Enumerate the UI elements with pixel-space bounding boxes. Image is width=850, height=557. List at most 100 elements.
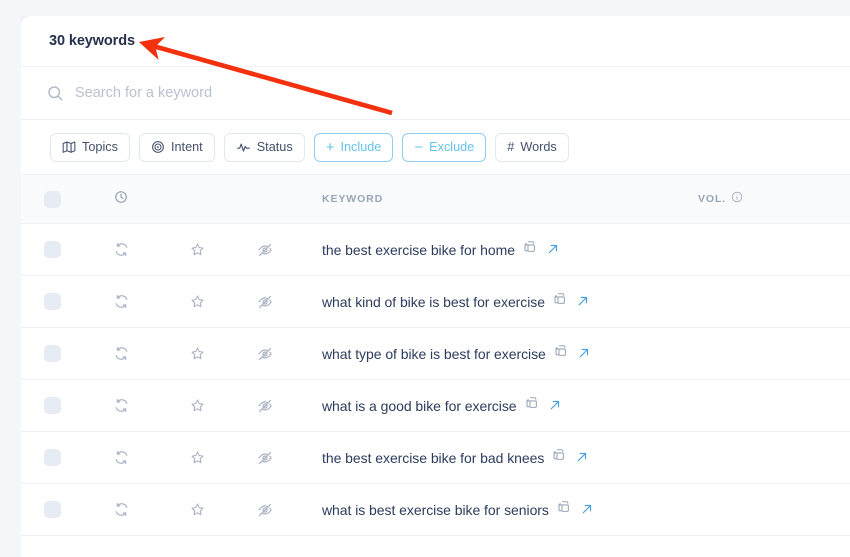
- copy-icon[interactable]: [523, 240, 537, 259]
- row-hide-cell[interactable]: [231, 398, 299, 414]
- row-refresh-cell[interactable]: [78, 294, 164, 309]
- activity-icon: [236, 140, 251, 154]
- filter-include-label: Include: [340, 140, 382, 154]
- row-checkbox[interactable]: [44, 293, 61, 310]
- refresh-icon[interactable]: [114, 450, 129, 465]
- keyword-explorer-screen: 30 keywords Topics: [0, 0, 850, 557]
- filter-words-label: Words: [520, 140, 557, 154]
- row-refresh-cell[interactable]: [78, 502, 164, 517]
- row-keyword-cell[interactable]: what kind of bike is best for exercise: [299, 292, 690, 311]
- row-checkbox[interactable]: [44, 449, 61, 466]
- row-select-cell[interactable]: [21, 241, 78, 258]
- table-row[interactable]: what kind of bike is best for exercise: [21, 276, 850, 328]
- filter-topics-button[interactable]: Topics: [50, 132, 130, 162]
- row-checkbox[interactable]: [44, 397, 61, 414]
- copy-icon[interactable]: [552, 448, 566, 467]
- eye-off-icon[interactable]: [257, 398, 273, 414]
- filter-exclude-label: Exclude: [429, 140, 475, 154]
- star-icon[interactable]: [190, 502, 205, 517]
- copy-icon[interactable]: [525, 396, 539, 415]
- row-star-cell[interactable]: [164, 398, 231, 413]
- refresh-icon[interactable]: [114, 242, 129, 257]
- row-select-cell[interactable]: [21, 293, 78, 310]
- row-refresh-cell[interactable]: [78, 346, 164, 361]
- external-link-icon[interactable]: [576, 451, 588, 465]
- row-refresh-cell[interactable]: [78, 450, 164, 465]
- eye-off-icon[interactable]: [257, 346, 273, 362]
- row-checkbox[interactable]: [44, 241, 61, 258]
- refresh-icon[interactable]: [114, 294, 129, 309]
- card-header: 30 keywords: [21, 16, 850, 67]
- row-keyword-cell[interactable]: the best exercise bike for bad knees: [299, 448, 690, 467]
- external-link-icon[interactable]: [547, 243, 559, 257]
- select-all-cell[interactable]: [21, 190, 78, 208]
- row-hide-cell[interactable]: [231, 450, 299, 466]
- row-star-cell[interactable]: [164, 346, 231, 361]
- table-row[interactable]: the best exercise bike for bad knees: [21, 432, 850, 484]
- row-hide-cell[interactable]: [231, 294, 299, 310]
- external-link-icon[interactable]: [578, 347, 590, 361]
- row-refresh-cell[interactable]: [78, 242, 164, 257]
- row-keyword-cell[interactable]: what is a good bike for exercise: [299, 396, 690, 415]
- copy-icon[interactable]: [554, 344, 568, 363]
- row-select-cell[interactable]: [21, 501, 78, 518]
- search-bar[interactable]: [21, 67, 850, 120]
- volume-column-header[interactable]: VOL.: [690, 190, 850, 208]
- row-star-cell[interactable]: [164, 450, 231, 465]
- external-link-icon[interactable]: [549, 399, 561, 413]
- info-icon[interactable]: [731, 190, 743, 208]
- row-select-cell[interactable]: [21, 449, 78, 466]
- eye-off-icon[interactable]: [257, 450, 273, 466]
- search-input[interactable]: [75, 85, 495, 101]
- volume-column-label: VOL.: [698, 193, 727, 205]
- table-row[interactable]: the best exercise bike for home: [21, 224, 850, 276]
- star-icon[interactable]: [190, 294, 205, 309]
- copy-icon[interactable]: [557, 500, 571, 519]
- table-row[interactable]: what is best exercise bike for seniors: [21, 484, 850, 536]
- filter-exclude-button[interactable]: − Exclude: [402, 132, 487, 162]
- row-checkbox[interactable]: [44, 501, 61, 518]
- row-star-cell[interactable]: [164, 294, 231, 309]
- eye-off-icon[interactable]: [257, 294, 273, 310]
- row-hide-cell[interactable]: [231, 502, 299, 518]
- table-row[interactable]: what type of bike is best for exercise: [21, 328, 850, 380]
- keyword-text: what type of bike is best for exercise: [322, 345, 546, 362]
- star-icon[interactable]: [190, 346, 205, 361]
- star-icon[interactable]: [190, 398, 205, 413]
- row-select-cell[interactable]: [21, 345, 78, 362]
- filter-include-button[interactable]: + Include: [313, 132, 394, 162]
- row-hide-cell[interactable]: [231, 242, 299, 258]
- star-icon[interactable]: [190, 242, 205, 257]
- star-icon[interactable]: [190, 450, 205, 465]
- row-star-cell[interactable]: [164, 242, 231, 257]
- page-background-top: [0, 0, 850, 16]
- row-star-cell[interactable]: [164, 502, 231, 517]
- target-icon: [151, 140, 165, 154]
- keyword-column-header[interactable]: KEYWORD: [299, 193, 690, 205]
- external-link-icon[interactable]: [577, 295, 589, 309]
- filter-intent-button[interactable]: Intent: [138, 132, 215, 162]
- map-icon: [62, 140, 76, 154]
- filter-words-button[interactable]: # Words: [495, 132, 569, 162]
- external-link-icon[interactable]: [581, 503, 593, 517]
- eye-off-icon[interactable]: [257, 502, 273, 518]
- filter-status-button[interactable]: Status: [223, 132, 305, 162]
- row-select-cell[interactable]: [21, 397, 78, 414]
- row-checkbox[interactable]: [44, 345, 61, 362]
- table-header-row: KEYWORD VOL.: [21, 175, 850, 224]
- table-body: the best exercise bike for home what kind…: [21, 224, 850, 536]
- row-refresh-cell[interactable]: [78, 398, 164, 413]
- select-all-checkbox[interactable]: [44, 190, 61, 208]
- row-hide-cell[interactable]: [231, 346, 299, 362]
- row-keyword-cell[interactable]: what type of bike is best for exercise: [299, 344, 690, 363]
- updated-column-header[interactable]: [78, 190, 164, 209]
- row-keyword-cell[interactable]: what is best exercise bike for seniors: [299, 500, 690, 519]
- eye-off-icon[interactable]: [257, 242, 273, 258]
- table-row[interactable]: what is a good bike for exercise: [21, 380, 850, 432]
- copy-icon[interactable]: [553, 292, 567, 311]
- refresh-icon[interactable]: [114, 398, 129, 413]
- refresh-icon[interactable]: [114, 502, 129, 517]
- page-title: 30 keywords: [49, 33, 135, 49]
- row-keyword-cell[interactable]: the best exercise bike for home: [299, 240, 690, 259]
- refresh-icon[interactable]: [114, 346, 129, 361]
